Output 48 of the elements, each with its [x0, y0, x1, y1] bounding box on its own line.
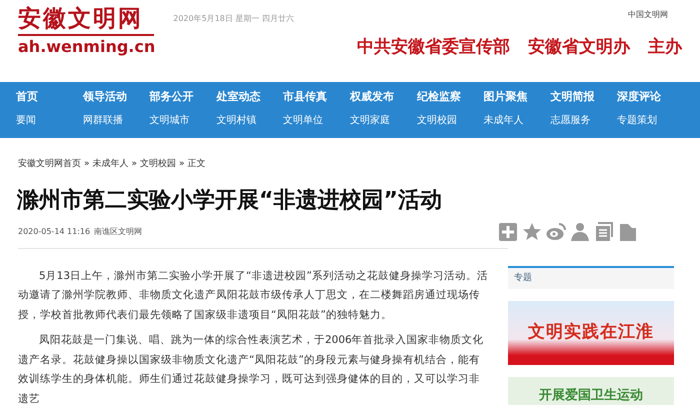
document-icon[interactable] — [594, 222, 614, 242]
nav-link[interactable]: 未成年人 — [484, 109, 550, 133]
top-link[interactable]: 中国文明网 — [628, 9, 668, 21]
nav-link[interactable]: 文明单位 — [283, 109, 350, 133]
source-text: 南谯区文明网 — [94, 226, 142, 238]
site-logo-title[interactable]: 安徽文明网 — [18, 4, 154, 36]
nav-link[interactable]: 部务公开 — [150, 85, 216, 109]
breadcrumb-separator: » — [132, 158, 138, 171]
promo-banner[interactable]: 文明实践在江淮 — [508, 301, 674, 365]
breadcrumb-link[interactable]: 正文 — [188, 158, 206, 172]
breadcrumb-link[interactable]: 未成年人 — [92, 158, 129, 172]
article-paragraph: 凤阳花鼓是一门集说、唱、跳为一体的综合性表演艺术，于2006年首批录入国家非物质文化遗产名录。花鼓健身操以国家级非物质文化遗产“凤阳花鼓”的身段元素与健身操有机结合，能有效训练学生的身体机能。师生们通过花鼓健身操学习，既可达到强身健体的目的，又可以学习非遗艺 — [18, 333, 485, 406]
person-icon[interactable] — [570, 222, 590, 242]
weibo-icon[interactable] — [546, 222, 566, 242]
sponsor-text: 中共安徽省委宣传部 — [357, 36, 510, 59]
breadcrumb-separator: » — [179, 158, 185, 171]
nav-link[interactable]: 领导活动 — [82, 85, 150, 109]
site-url: ah.wenming.cn — [18, 36, 156, 58]
nav-link[interactable]: 文明村镇 — [216, 109, 284, 133]
article-title: 滁州市第二实验小学开展“非遗进校园”活动 — [17, 186, 443, 214]
breadcrumb-link[interactable]: 安徽文明网首页 — [18, 158, 81, 172]
nav-link[interactable]: 市县传真 — [283, 85, 350, 109]
promo-banner[interactable]: 开展爱国卫生运动 — [508, 377, 674, 405]
sidebar-heading: 专题 — [508, 266, 674, 289]
breadcrumb-separator: » — [84, 158, 90, 171]
sponsor-text: 安徽省文明办 — [528, 36, 630, 59]
nav-link[interactable]: 首页 — [16, 85, 83, 109]
copy-icon[interactable] — [618, 222, 638, 242]
share-plus-icon[interactable] — [498, 222, 518, 242]
nav-link[interactable]: 文明简报 — [550, 85, 618, 109]
nav-link[interactable]: 网群联播 — [82, 109, 150, 133]
sponsor-text: 主办 — [648, 36, 682, 59]
nav-link[interactable]: 纪检监察 — [416, 85, 484, 109]
nav-link[interactable]: 文明校园 — [416, 109, 484, 133]
breadcrumb-link[interactable]: 文明校园 — [140, 158, 176, 172]
nav-link[interactable]: 文明城市 — [150, 109, 216, 133]
nav-link[interactable]: 图片聚焦 — [484, 85, 550, 109]
nav-link[interactable]: 要闻 — [16, 109, 83, 133]
nav-link[interactable]: 权威发布 — [350, 85, 417, 109]
article-paragraph: 5月13日上午，滁州市第二实验小学开展了“非遗进校园”系列活动之花鼓健身操学习活动。活动邀请了滁州学院教师、非物质文化遗产凤阳花鼓市级传承人丁思文，在二楼舞蹈房通过现场传授，学校首批教师代表们最先领略了国家级非遗项目“凤阳花鼓”的独特魅力。 — [18, 268, 489, 322]
nav-link[interactable]: 深度评论 — [617, 85, 684, 109]
star-icon[interactable] — [522, 222, 542, 242]
publish-date: 2020-05-14 11:16 — [18, 226, 90, 238]
nav-link[interactable]: 处室动态 — [216, 85, 284, 109]
date-text: 2020年5月18日 星期一 四月廿六 — [173, 13, 294, 25]
nav-link[interactable]: 专题策划 — [617, 109, 684, 133]
nav-link[interactable]: 志愿服务 — [550, 109, 618, 133]
nav-link[interactable]: 文明家庭 — [350, 109, 417, 133]
